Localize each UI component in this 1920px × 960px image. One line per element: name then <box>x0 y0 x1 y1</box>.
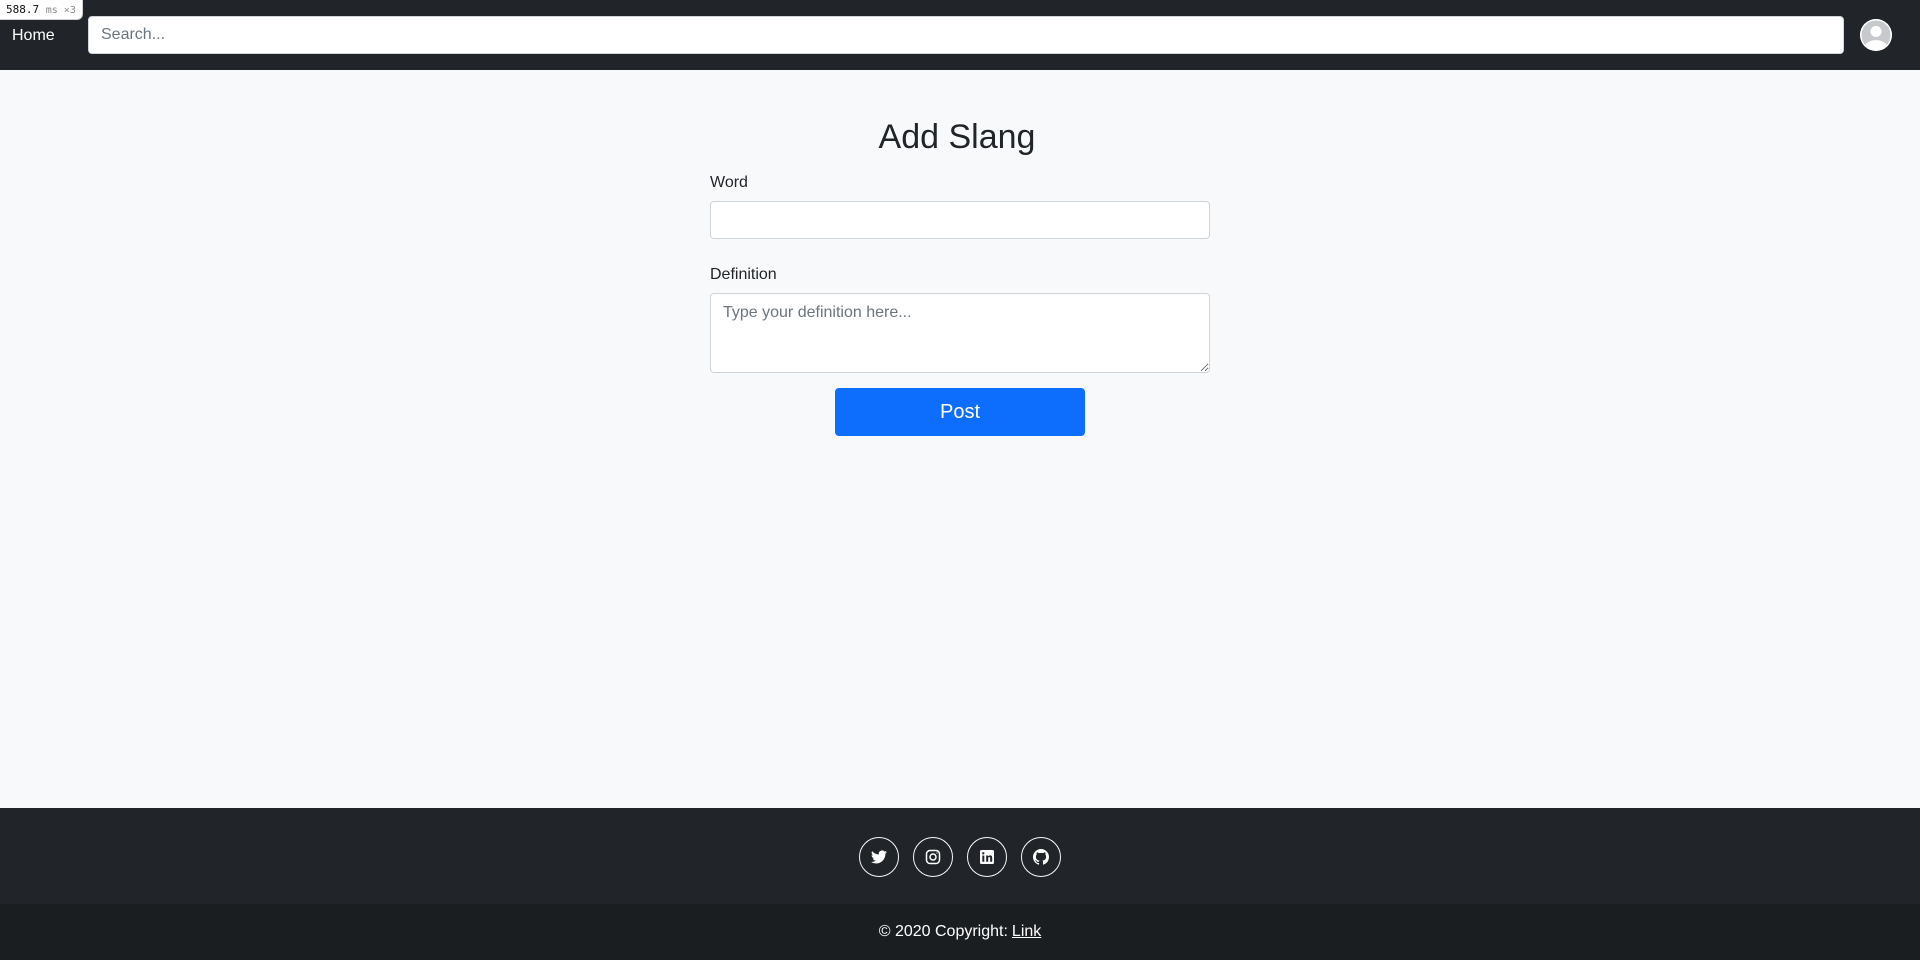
social-links <box>0 808 1920 904</box>
search-input[interactable] <box>88 16 1844 54</box>
linkedin-icon[interactable] <box>967 837 1007 877</box>
performance-value: 588.7 <box>6 3 40 16</box>
main-content: Add Slang Word Definition Post <box>0 70 1920 808</box>
performance-unit: ms ×3 <box>45 5 76 16</box>
definition-label: Definition <box>710 266 777 283</box>
copyright-text: © 2020 Copyright: <box>878 923 1008 940</box>
post-button[interactable]: Post <box>835 388 1085 436</box>
top-navbar: Home <box>0 0 1920 70</box>
home-link[interactable]: Home <box>12 27 78 45</box>
word-input[interactable] <box>710 201 1210 239</box>
performance-badge: 588.7 ms ×3 <box>0 0 83 20</box>
page-title: Add Slang <box>878 118 1036 156</box>
twitter-icon[interactable] <box>859 837 899 877</box>
word-label: Word <box>710 174 748 191</box>
instagram-icon[interactable] <box>913 837 953 877</box>
github-icon[interactable] <box>1021 837 1061 877</box>
add-slang-form: Word Definition <box>710 174 1210 373</box>
copyright-bar: © 2020 Copyright: Link <box>0 904 1920 960</box>
definition-textarea[interactable] <box>710 293 1210 373</box>
user-avatar-icon[interactable] <box>1860 19 1892 51</box>
copyright-link[interactable]: Link <box>1012 923 1041 941</box>
